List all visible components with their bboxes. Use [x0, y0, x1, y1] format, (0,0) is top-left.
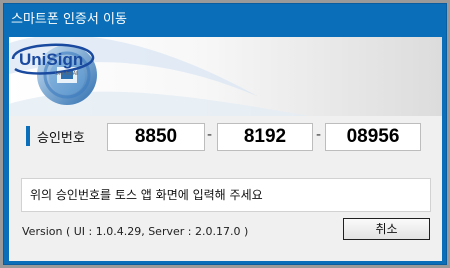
approval-number-label: 승인번호 [37, 131, 85, 146]
cancel-button[interactable]: 취소 [343, 218, 430, 240]
approval-number-row: 승인번호 8850 - 8192 - 08956 [9, 123, 442, 153]
instruction-message: 위의 승인번호를 토스 앱 화면에 입력해 주세요 [21, 178, 431, 212]
approval-code-part-1: 8850 [107, 123, 205, 151]
unisign-logo: UniSign One for All [11, 43, 95, 77]
code-separator: - [207, 127, 213, 143]
header-banner: UniSign One for All [9, 37, 442, 116]
window-title: 스마트폰 인증서 이동 [11, 12, 127, 27]
code-separator: - [316, 127, 322, 143]
approval-code-part-2: 8192 [217, 123, 313, 151]
svg-text:One for All: One for All [55, 71, 78, 77]
svg-text:UniSign: UniSign [19, 50, 83, 69]
approval-code-part-3: 08956 [325, 123, 421, 151]
dialog-window: 스마트폰 인증서 이동 UniSign One for All 승인번호 885… [3, 3, 447, 265]
dialog-client-area: UniSign One for All 승인번호 8850 - 8192 - 0… [9, 37, 442, 261]
version-info: Version ( UI : 1.0.4.29, Server : 2.0.17… [22, 225, 249, 238]
section-marker [26, 126, 30, 146]
